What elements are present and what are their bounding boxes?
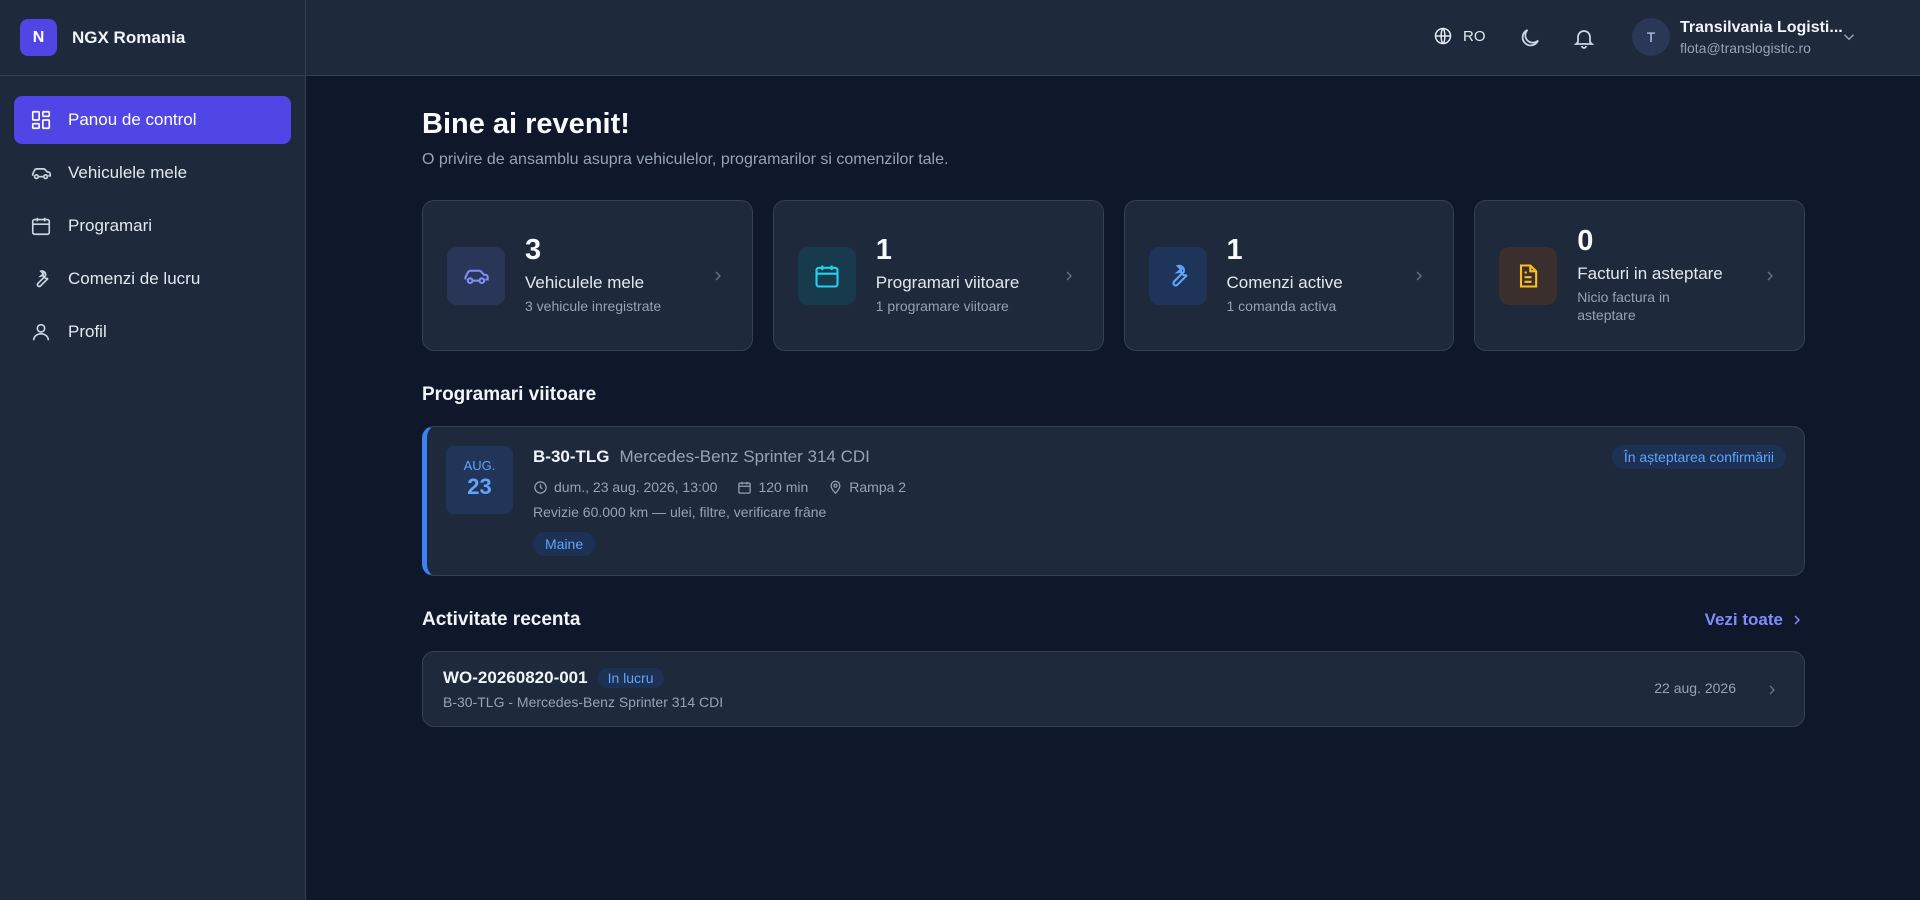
card-label: Comenzi active <box>1226 273 1343 293</box>
appointment-datetime-text: dum., 23 aug. 2026, 13:00 <box>554 479 718 495</box>
wrench-icon <box>1148 246 1207 305</box>
card-label: Vehiculele mele <box>525 273 645 293</box>
sidebar: N NGX Romania Panou de control Vehiculel… <box>0 0 306 900</box>
chevron-down-icon <box>1843 34 1855 41</box>
section-title-appointments: Programari viitoare <box>422 384 597 405</box>
brand-name: NGX Romania <box>72 27 186 47</box>
moon-icon <box>1521 29 1539 47</box>
appointment-duration: 120 min <box>737 479 808 495</box>
stat-cards: 3 Vehiculele mele 3 vehicule inregistrat… <box>422 200 1805 351</box>
topbar: RO T Transilvania Logisti... flota@trans… <box>306 0 1920 76</box>
notifications-button[interactable] <box>1572 26 1596 50</box>
calendar-icon <box>797 246 856 305</box>
see-all-label: Vezi toate <box>1704 610 1783 629</box>
status-badge: În așteptarea confirmării <box>1611 445 1786 469</box>
theme-toggle-button[interactable] <box>1518 26 1542 50</box>
wrench-icon <box>30 268 52 290</box>
chevron-right-icon <box>1416 271 1423 281</box>
calendar-icon <box>738 481 752 494</box>
page-title: Bine ai revenit! <box>422 108 630 140</box>
card-subtext: 3 vehicule inregistrate <box>525 298 662 315</box>
activity-vehicle: B-30-TLG - Mercedes-Benz Sprinter 314 CD… <box>443 694 724 710</box>
brand[interactable]: N NGX Romania <box>0 0 305 76</box>
appointment-day: 23 <box>467 474 492 499</box>
chevron-right-icon <box>1767 271 1773 281</box>
car-icon <box>30 162 52 184</box>
card-value: 1 <box>1226 234 1243 267</box>
page-subtitle: O privire de ansamblu asupra vehiculelor… <box>422 151 949 168</box>
vehicle-plate: B-30-TLG <box>533 447 610 466</box>
appointment-header: B-30-TLG Mercedes-Benz Sprinter 314 CDI <box>533 447 926 467</box>
card-text: 1 Comenzi active 1 comanda activa <box>1227 235 1417 315</box>
appointment-description: Revizie 60.000 km — ulei, filtre, verifi… <box>533 504 827 520</box>
stat-card-work-orders[interactable]: 1 Comenzi active 1 comanda activa <box>1123 200 1455 351</box>
see-all-link[interactable]: Vezi toate <box>1705 610 1805 630</box>
user-menu[interactable]: T Transilvania Logisti... flota@translog… <box>1632 18 1875 56</box>
sidebar-nav: Panou de control Vehiculele mele Program… <box>0 76 305 381</box>
chevron-right-icon <box>1794 615 1801 625</box>
card-subtext: 1 programare viitoare <box>875 298 1009 315</box>
activity-title-line: WO-20260820-001 In lucru <box>443 668 664 688</box>
stat-card-invoices[interactable]: 0 Facturi in asteptare Nicio factura in … <box>1474 200 1805 351</box>
brand-logo: N <box>20 19 57 56</box>
sidebar-item-label: Programari <box>68 216 153 235</box>
sidebar-item-label: Comenzi de lucru <box>68 269 201 288</box>
appointment-meta: dum., 23 aug. 2026, 13:00 120 min Rampa … <box>533 479 926 495</box>
vehicle-model: Mercedes-Benz Sprinter 314 CDI <box>619 447 870 466</box>
sidebar-item-label: Panou de control <box>68 110 197 129</box>
card-text: 3 Vehiculele mele 3 vehicule inregistrat… <box>525 235 715 315</box>
sidebar-item-work-orders[interactable]: Comenzi de lucru <box>14 255 291 303</box>
main-content: Bine ai revenit! O privire de ansamblu a… <box>422 76 1805 727</box>
card-subtext: Nicio factura in asteptare <box>1577 289 1670 324</box>
dashboard-icon <box>30 109 52 131</box>
appointment-location: Rampa 2 <box>828 479 906 495</box>
chevron-right-icon <box>1066 271 1072 281</box>
chevron-right-icon <box>715 271 721 281</box>
bell-icon <box>1573 30 1595 49</box>
activity-date: 22 aug. 2026 <box>1654 680 1736 696</box>
card-text: 1 Programari viitoare 1 programare viito… <box>876 235 1066 315</box>
sidebar-item-vehicles[interactable]: Vehiculele mele <box>14 149 291 197</box>
activity-header: Activitate recenta Vezi toate <box>422 609 1805 631</box>
card-value: 0 <box>1577 225 1594 258</box>
appointment-duration-text: 120 min <box>758 479 809 495</box>
car-icon <box>447 246 505 305</box>
sidebar-item-profile[interactable]: Profil <box>14 308 291 356</box>
card-label: Facturi in asteptare <box>1577 264 1723 284</box>
language-label: RO <box>1463 27 1486 45</box>
card-value: 1 <box>875 234 892 267</box>
sidebar-item-appointments[interactable]: Programari <box>14 202 291 250</box>
appointment-card[interactable]: AUG. 23 B-30-TLG Mercedes-Benz Sprinter … <box>422 426 1805 576</box>
sidebar-item-label: Vehiculele mele <box>68 163 188 182</box>
user-icon <box>30 321 52 343</box>
card-text: 0 Facturi in asteptare Nicio factura in … <box>1577 225 1767 324</box>
appointment-location-text: Rampa 2 <box>849 479 907 495</box>
card-label: Programari viitoare <box>875 273 1020 293</box>
work-order-number: WO-20260820-001 <box>443 668 588 687</box>
language-selector[interactable]: RO <box>1433 26 1486 46</box>
appointment-month: AUG. <box>463 458 496 473</box>
appointment-body: B-30-TLG Mercedes-Benz Sprinter 314 CDI … <box>533 447 926 556</box>
sidebar-item-label: Profil <box>68 322 107 341</box>
stat-card-appointments[interactable]: 1 Programari viitoare 1 programare viito… <box>772 200 1104 351</box>
globe-icon <box>1434 27 1452 45</box>
appointment-tag: Maine <box>533 532 596 556</box>
clock-icon <box>534 480 547 494</box>
card-value: 3 <box>525 234 542 267</box>
document-icon <box>1499 246 1558 305</box>
activity-row[interactable]: WO-20260820-001 In lucru B-30-TLG - Merc… <box>422 651 1805 727</box>
appointment-date-box: AUG. 23 <box>446 446 513 514</box>
avatar: T <box>1632 18 1670 56</box>
stat-card-vehicles[interactable]: 3 Vehiculele mele 3 vehicule inregistrat… <box>422 200 753 351</box>
status-badge: In lucru <box>597 668 664 688</box>
sidebar-item-dashboard[interactable]: Panou de control <box>14 96 291 144</box>
card-subtext: 1 comanda activa <box>1226 298 1337 315</box>
map-pin-icon <box>830 480 841 494</box>
calendar-icon <box>30 215 52 237</box>
chevron-right-icon <box>1769 685 1775 695</box>
section-title-activity: Activitate recenta <box>422 609 581 630</box>
appointment-datetime: dum., 23 aug. 2026, 13:00 <box>533 479 717 495</box>
